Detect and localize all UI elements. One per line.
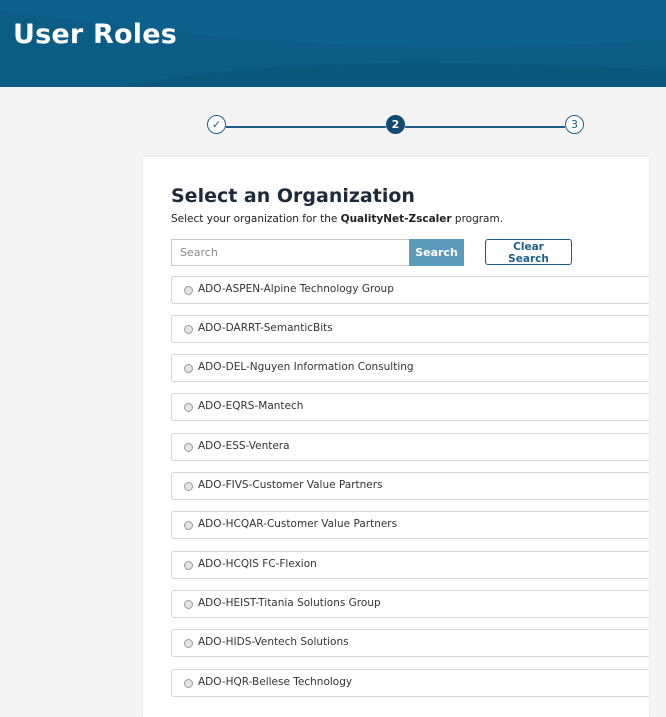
organization-option[interactable]: ADO-HCQAR-Customer Value Partners	[171, 511, 649, 539]
organization-label: ADO-ESS-Ventera	[198, 440, 290, 452]
radio-icon[interactable]	[184, 679, 193, 688]
search-button[interactable]: Search	[409, 239, 464, 266]
stepper-line-1	[226, 126, 386, 128]
step-3-pending: 3	[565, 115, 584, 134]
organization-card: Select an Organization Select your organ…	[143, 157, 649, 717]
organization-label: ADO-DEL-Nguyen Information Consulting	[198, 361, 414, 373]
stepper-line-2	[405, 126, 565, 128]
organization-label: ADO-HQR-Bellese Technology	[198, 676, 353, 688]
step-2-label: 2	[391, 118, 400, 131]
card-subtitle: Select your organization for the Quality…	[171, 213, 503, 225]
organization-option[interactable]: ADO-HCQIS FC-Flexion	[171, 551, 649, 579]
organization-label: ADO-HEIST-Titania Solutions Group	[198, 597, 381, 609]
subtitle-suffix: program.	[451, 213, 504, 225]
organization-label: ADO-HCQIS FC-Flexion	[198, 558, 317, 570]
card-title: Select an Organization	[171, 185, 415, 207]
organization-option[interactable]: ADO-HIDS-Ventech Solutions	[171, 629, 649, 657]
organization-option[interactable]: ADO-FIVS-Customer Value Partners	[171, 472, 649, 500]
organization-label: ADO-FIVS-Customer Value Partners	[198, 479, 383, 491]
organization-label: ADO-ASPEN-Alpine Technology Group	[198, 283, 394, 295]
radio-icon[interactable]	[184, 639, 193, 648]
step-1-label: ✓	[211, 118, 222, 131]
radio-icon[interactable]	[184, 482, 193, 491]
radio-icon[interactable]	[184, 600, 193, 609]
organization-option[interactable]: ADO-DEL-Nguyen Information Consulting	[171, 354, 649, 382]
organization-option[interactable]: ADO-HQR-Bellese Technology	[171, 669, 649, 697]
organization-label: ADO-DARRT-SemanticBits	[198, 322, 333, 334]
radio-icon[interactable]	[184, 286, 193, 295]
step-2-current: 2	[386, 115, 405, 134]
step-1-complete-icon: ✓	[207, 115, 226, 134]
radio-icon[interactable]	[184, 521, 193, 530]
page-header: User Roles	[0, 0, 666, 87]
organization-option[interactable]: ADO-ESS-Ventera	[171, 433, 649, 461]
organization-option[interactable]: ADO-HEIST-Titania Solutions Group	[171, 590, 649, 618]
page-title: User Roles	[13, 19, 177, 50]
organization-label: ADO-HCQAR-Customer Value Partners	[198, 518, 398, 530]
clear-search-button[interactable]: Clear Search	[485, 239, 572, 265]
search-input[interactable]	[171, 239, 409, 266]
radio-icon[interactable]	[184, 403, 193, 412]
organization-option[interactable]: ADO-ASPEN-Alpine Technology Group	[171, 276, 649, 304]
organization-option[interactable]: ADO-EQRS-Mantech	[171, 393, 649, 421]
organization-label: ADO-EQRS-Mantech	[198, 400, 304, 412]
radio-icon[interactable]	[184, 325, 193, 334]
radio-icon[interactable]	[184, 561, 193, 570]
organization-label: ADO-HIDS-Ventech Solutions	[198, 636, 349, 648]
organization-option[interactable]: ADO-DARRT-SemanticBits	[171, 315, 649, 343]
subtitle-program: QualityNet-Zscaler	[340, 213, 452, 225]
subtitle-prefix: Select your organization for the	[171, 213, 341, 225]
radio-icon[interactable]	[184, 364, 193, 373]
step-3-label: 3	[571, 118, 578, 131]
radio-icon[interactable]	[184, 443, 193, 452]
